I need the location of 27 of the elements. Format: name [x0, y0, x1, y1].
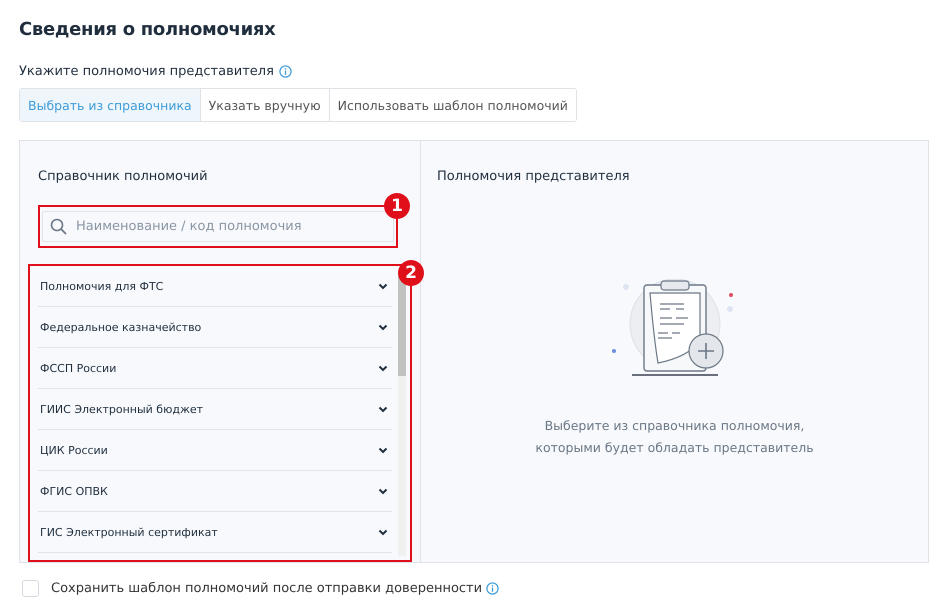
checkbox[interactable] [22, 580, 39, 597]
chevron-icon [378, 488, 388, 494]
catalog-heading: Справочник полномочий [37, 169, 209, 186]
search-field[interactable]: Наименование / код полномочия [42, 211, 394, 242]
catalog-item[interactable]: ГИИС Электронный бюджет [38, 389, 392, 430]
chevron-icon [378, 528, 388, 536]
catalog-item[interactable]: Полномочия для ФТС [38, 266, 392, 307]
chevron-icon [378, 406, 388, 412]
info-icon[interactable] [278, 64, 292, 78]
chevron-icon [378, 324, 388, 330]
empty-state-text: Выберите из справочника полномочия, которыми будет обладать представитель [534, 417, 815, 457]
callout-badge: 1 [384, 193, 410, 219]
chevron-icon [378, 446, 388, 454]
catalog-item[interactable]: ГИС Электронный сертификат [38, 512, 392, 553]
chevron-icon [378, 282, 388, 290]
catalog-item[interactable]: Федеральное казначейство [38, 307, 392, 348]
callout-badge: 2 [398, 260, 424, 286]
selected-heading: Полномочия представителя [437, 169, 631, 186]
chevron-icon [378, 364, 388, 372]
catalog-item[interactable]: ФГИС ОПВК [38, 471, 392, 512]
info-icon[interactable] [486, 582, 500, 595]
catalog-item[interactable]: ФССП России [38, 348, 392, 389]
subtitle: Укажите полномочия представителя [19, 64, 274, 78]
catalog-item[interactable]: ЦИК России [38, 430, 392, 471]
search-icon [50, 218, 67, 235]
checkbox-label: Сохранить шаблон полномочий после отправки доверенности [51, 581, 482, 596]
section-title: Сведения о полномочиях [19, 18, 276, 42]
